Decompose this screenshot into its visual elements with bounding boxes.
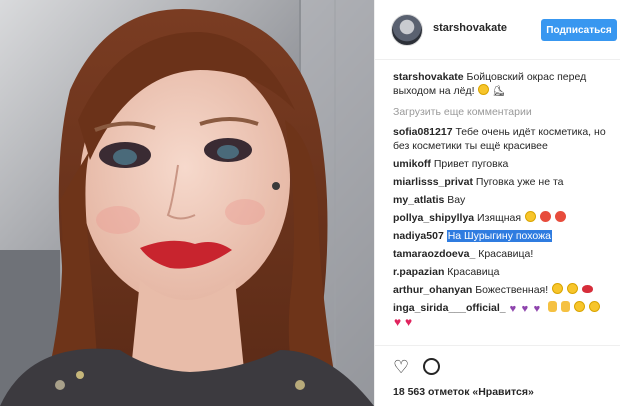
heart-icon: ♥: [405, 315, 413, 329]
heart-icon: ♥: [394, 315, 402, 329]
comment-username[interactable]: my_atlatis: [393, 194, 444, 206]
grimace-emoji-icon: [478, 84, 490, 95]
comment-username[interactable]: r.papazian: [393, 266, 444, 278]
comment-item: inga_sirida___official_ ♥ ♥ ♥ ♥ ♥: [393, 301, 615, 329]
portrait-image: [0, 0, 374, 406]
header-username[interactable]: starshovakate: [433, 22, 507, 34]
caption-text-line2: выходом на лёд!: [393, 85, 475, 97]
comment-text: Пуговка уже не та: [475, 176, 564, 188]
comment-item: nadiya507 На Шурыгину похожа: [393, 229, 615, 243]
avatar[interactable]: [391, 14, 423, 46]
caption-username[interactable]: starshovakate: [393, 71, 464, 83]
comment-username[interactable]: tamaraozdoeva_: [393, 248, 475, 260]
comment-bubble-icon[interactable]: [423, 358, 440, 375]
comment-username[interactable]: pollya_shipyllya: [393, 212, 474, 224]
comment-username[interactable]: miarlisss_privat: [393, 176, 473, 188]
comment-item: arthur_ohanyan Божественная!: [393, 283, 615, 297]
thumbs-up-icon: [548, 301, 558, 312]
purple-heart-icon: ♥: [533, 303, 541, 315]
post-header: starshovakate Подписаться: [375, 0, 620, 60]
lips-emoji-icon: [581, 285, 593, 293]
smile-emoji-icon: [567, 283, 578, 294]
smile-emoji-icon: [574, 301, 586, 312]
comment-username[interactable]: umikoff: [393, 158, 431, 170]
smile-emoji-icon: [589, 301, 601, 312]
comment-text: Красавица: [447, 266, 500, 278]
likes-count[interactable]: 18 563 отметок «Нравится»: [393, 386, 534, 398]
caption-text-line1: Бойцовский окрас перед: [466, 71, 587, 83]
post-photo: [0, 0, 374, 406]
follow-button[interactable]: Подписаться: [541, 19, 617, 41]
comment-text: Привет пуговка: [433, 158, 509, 170]
purple-heart-icon: ♥: [509, 303, 517, 315]
comment-username[interactable]: nadiya507: [393, 230, 444, 242]
comment-username[interactable]: inga_sirida___official_: [393, 302, 506, 314]
cat-emoji-icon: [524, 211, 536, 222]
comment-item: umikoff Привет пуговка: [393, 157, 615, 171]
heart-eyes-emoji-icon: [539, 211, 551, 222]
heart-eyes-emoji-icon: [554, 211, 566, 222]
comment-item: r.papazian Красавица: [393, 265, 615, 279]
purple-heart-icon: ♥: [521, 303, 529, 315]
comments-list: starshovakate Бойцовский окрас перед вых…: [393, 70, 615, 333]
comment-item: pollya_shipyllya Изящная: [393, 211, 615, 225]
post-actions: ♡ 18 563 отметок «Нравится»: [375, 345, 620, 406]
comment-item: sofia081217 Тебе очень идёт косметика, н…: [393, 125, 615, 153]
post-side-panel: starshovakate Подписаться starshovakate …: [374, 0, 620, 406]
caption: starshovakate Бойцовский окрас перед вых…: [393, 70, 615, 99]
heart-outline-icon[interactable]: ♡: [393, 358, 409, 376]
comment-text: Божественная!: [475, 284, 549, 296]
comment-text: Изящная: [477, 212, 522, 224]
comment-username[interactable]: sofia081217: [393, 126, 453, 138]
comment-username[interactable]: arthur_ohanyan: [393, 284, 472, 296]
comment-text-highlighted: На Шурыгину похожа: [446, 230, 552, 242]
comment-item: my_atlatis Вау: [393, 193, 615, 207]
comment-item: miarlisss_privat Пуговка уже не та: [393, 175, 615, 189]
comment-text: Красавица!: [478, 248, 534, 260]
load-more-comments-link[interactable]: Загрузить еще комментарии: [393, 105, 615, 119]
skate-emoji-icon: ⛸: [492, 86, 506, 97]
comment-text: Вау: [447, 194, 466, 206]
thumbs-up-icon: [561, 301, 571, 312]
smile-emoji-icon: [552, 283, 564, 294]
comment-item: tamaraozdoeva_ Красавица!: [393, 247, 615, 261]
